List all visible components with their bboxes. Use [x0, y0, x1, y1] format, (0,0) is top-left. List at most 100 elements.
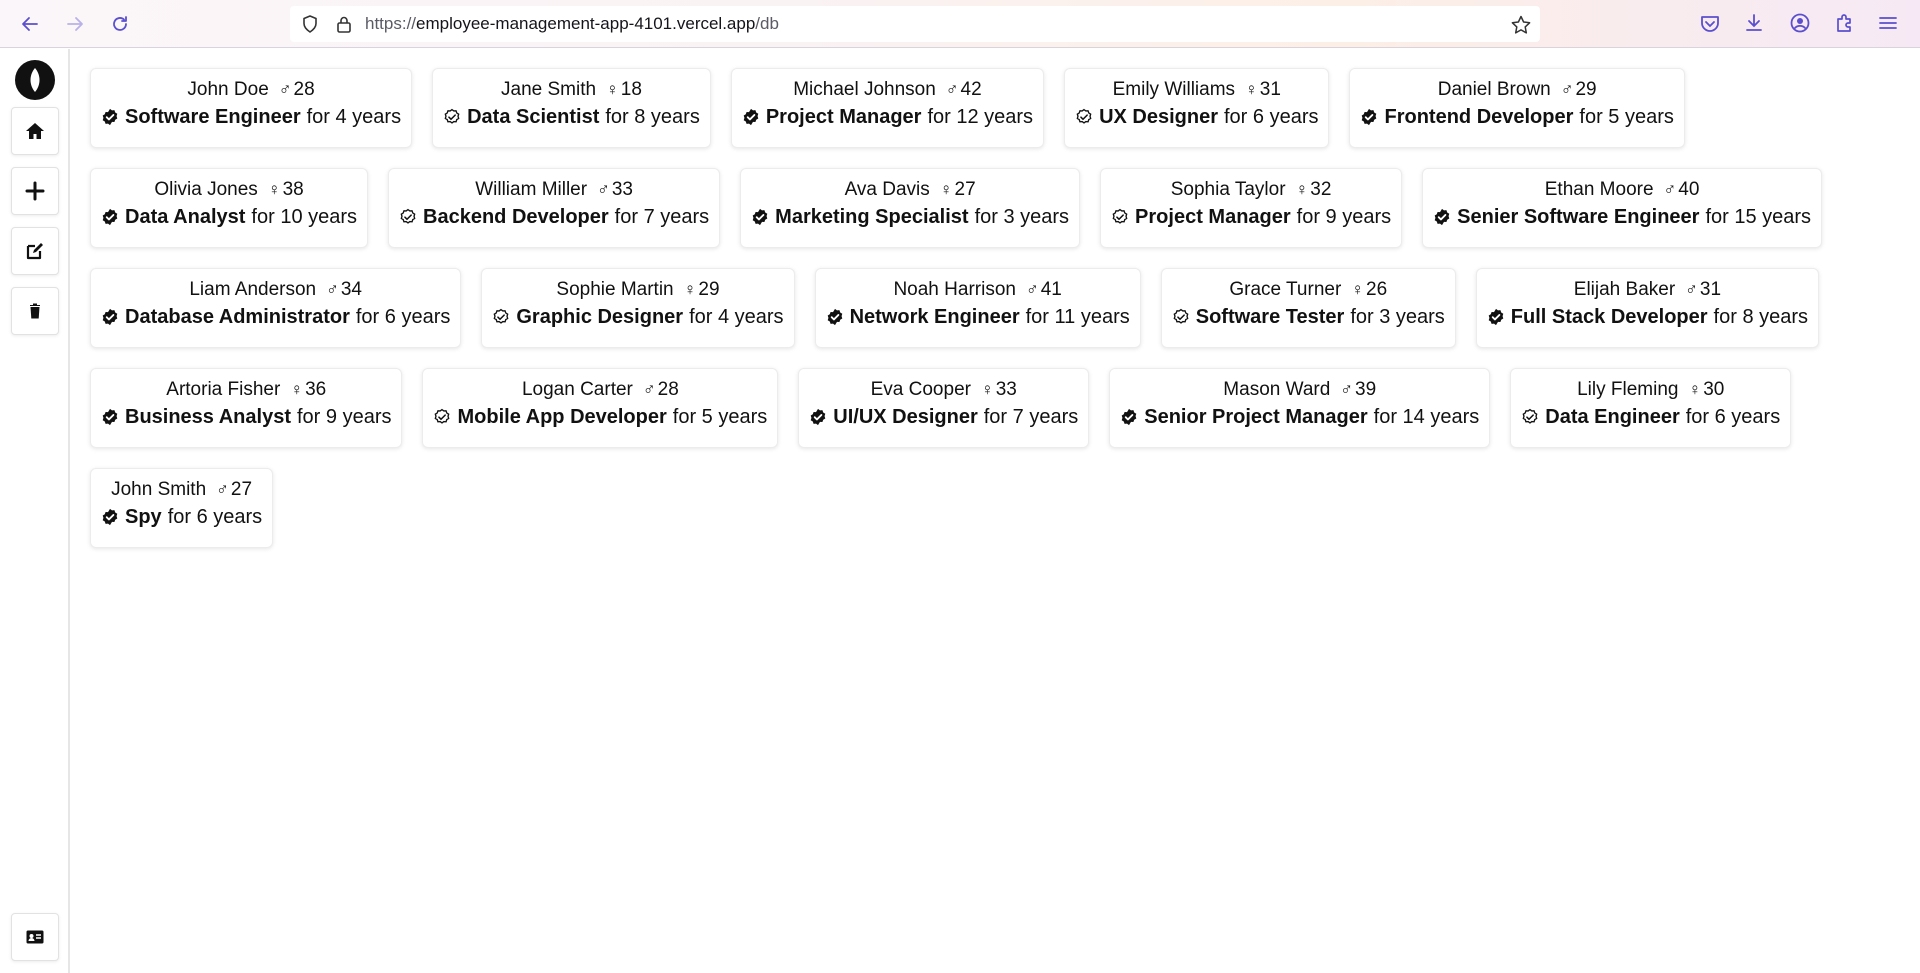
- employee-tenure: for 14 years: [1373, 406, 1480, 428]
- employee-tenure: for 8 years: [1713, 306, 1809, 328]
- plus-icon: [25, 181, 45, 201]
- trash-icon: [30, 303, 40, 319]
- card-header: Sophia Taylor ♀ 32: [1111, 178, 1391, 202]
- card-role-line: Data Scientist for 8 years: [443, 102, 700, 132]
- employee-name: Daniel Brown: [1437, 79, 1551, 100]
- downloads-button[interactable]: [1743, 12, 1767, 36]
- employee-tenure: for 4 years: [306, 106, 402, 128]
- employee-name: Artoria Fisher: [166, 379, 281, 400]
- employee-card[interactable]: Ava Davis ♀ 27 Marketing Specialist for 3 ye…: [740, 168, 1081, 248]
- employee-age: ♂ 42: [946, 79, 982, 100]
- gender-icon: ♂: [278, 80, 292, 99]
- employee-name: Michael Johnson: [793, 79, 936, 100]
- employee-card[interactable]: William Miller ♂ 33 Backend Developer for 7 …: [388, 168, 721, 248]
- employee-age: ♀ 32: [1296, 179, 1332, 200]
- employee-card[interactable]: Noah Harrison ♂ 41 Network Engineer for 11 y…: [814, 268, 1141, 348]
- verified-badge-icon: [101, 308, 119, 326]
- add-employee-button[interactable]: [11, 167, 59, 215]
- card-header: Artoria Fisher ♀ 36: [101, 378, 391, 402]
- employee-name: Grace Turner: [1229, 279, 1342, 300]
- employee-card[interactable]: John Doe ♂ 28 Software Engineer for 4 years: [90, 68, 413, 148]
- edit-employee-button[interactable]: [11, 227, 59, 275]
- employee-card[interactable]: Liam Anderson ♂ 34 Database Administrator fo…: [90, 268, 462, 348]
- gender-icon: ♂: [597, 180, 610, 199]
- employee-card[interactable]: Sophie Martin ♀ 29 Graphic Designer for 4 ye…: [481, 268, 795, 348]
- employee-role: Project Manager: [1135, 206, 1291, 228]
- employee-name: John Doe: [187, 79, 269, 100]
- shield-icon[interactable]: [300, 14, 320, 34]
- employee-age: ♀ 18: [606, 79, 642, 100]
- employee-card[interactable]: Jane Smith ♀ 18 Data Scientist for 8 years: [432, 68, 711, 148]
- lock-icon[interactable]: [334, 14, 354, 34]
- employee-card[interactable]: Daniel Brown ♂ 29 Frontend Developer for 5 y…: [1349, 68, 1685, 148]
- url-bar[interactable]: https://employee-management-app-4101.ver…: [290, 6, 1540, 42]
- employee-name: Lily Fleming: [1577, 379, 1679, 400]
- employee-name: Olivia Jones: [154, 179, 258, 200]
- sidebar: [0, 49, 70, 973]
- employee-card[interactable]: John Smith ♂ 27 Spy for 6 years: [90, 468, 274, 548]
- employee-name: Emily Williams: [1112, 79, 1236, 100]
- employee-card[interactable]: Eva Cooper ♀ 33 UI/UX Designer for 7 years: [798, 368, 1090, 448]
- age-value: 29: [1575, 79, 1597, 100]
- employee-role: Software Tester: [1195, 306, 1345, 328]
- pocket-button[interactable]: [1699, 12, 1723, 36]
- age-value: 42: [960, 79, 982, 100]
- employee-card[interactable]: Lily Fleming ♀ 30 Data Engineer for 6 years: [1510, 368, 1792, 448]
- employee-card[interactable]: Elijah Baker ♂ 31 Full Stack Developer for 8…: [1475, 268, 1820, 348]
- employee-age: ♂ 41: [1026, 279, 1062, 300]
- logo[interactable]: [15, 60, 55, 100]
- contact-card-button[interactable]: [11, 913, 59, 961]
- home-button[interactable]: [11, 107, 59, 155]
- employee-age: ♂ 28: [643, 379, 679, 400]
- employee-card-grid: John Doe ♂ 28 Software Engineer for 4 years J…: [90, 68, 1890, 568]
- employee-card[interactable]: Artoria Fisher ♀ 36 Business Analyst for 9 y…: [90, 368, 403, 448]
- extensions-button[interactable]: [1833, 12, 1857, 36]
- verified-badge-icon: [1172, 308, 1190, 326]
- forward-button[interactable]: [61, 10, 89, 38]
- account-button[interactable]: [1789, 12, 1813, 36]
- employee-tenure: for 4 years: [689, 306, 784, 328]
- employee-age: ♀ 36: [290, 379, 326, 400]
- card-row: Olivia Jones ♀ 38 Data Analyst for 10 years W…: [90, 168, 1890, 248]
- verified-badge-icon: [1075, 108, 1093, 126]
- card-header: John Doe ♂ 28: [101, 78, 401, 102]
- account-icon: [1790, 13, 1810, 33]
- card-header: Jane Smith ♀ 18: [443, 78, 700, 102]
- employee-role: Spy: [125, 506, 162, 528]
- age-value: 32: [1310, 179, 1332, 200]
- employee-role: Backend Developer: [423, 206, 609, 228]
- url-text[interactable]: https://employee-management-app-4101.ver…: [365, 14, 779, 34]
- delete-employee-button[interactable]: [11, 287, 59, 335]
- employee-card[interactable]: Grace Turner ♀ 26 Software Tester for 3 year…: [1160, 268, 1456, 348]
- employee-card[interactable]: Logan Carter ♂ 28 Mobile App Developer for 5…: [422, 368, 779, 448]
- card-role-line: Data Engineer for 6 years: [1521, 402, 1780, 432]
- employee-name: Sophia Taylor: [1170, 179, 1286, 200]
- employee-card[interactable]: Michael Johnson ♂ 42 Project Manager for 12 …: [730, 68, 1045, 148]
- verified-badge-icon: [826, 308, 844, 326]
- age-value: 31: [1699, 279, 1722, 300]
- gender-icon: ♀: [939, 180, 953, 199]
- employee-card[interactable]: Sophia Taylor ♀ 32 Project Manager for 9 yea…: [1100, 168, 1403, 248]
- age-value: 34: [340, 279, 362, 300]
- employee-age: ♂ 28: [279, 79, 315, 100]
- card-header: John Smith ♂ 27: [101, 478, 262, 502]
- verified-badge-icon: [101, 408, 119, 426]
- card-header: Olivia Jones ♀ 38: [101, 178, 357, 202]
- card-role-line: Mobile App Developer for 5 years: [433, 402, 767, 432]
- card-header: Sophie Martin ♀ 29: [492, 278, 783, 302]
- age-value: 33: [995, 379, 1017, 400]
- reload-button[interactable]: [106, 10, 134, 38]
- bookmark-star-icon[interactable]: [1510, 14, 1532, 36]
- employee-age: ♂ 33: [597, 179, 633, 200]
- leaf-logo-icon: [30, 68, 40, 92]
- employee-role: Marketing Specialist: [775, 206, 969, 228]
- employee-card[interactable]: Olivia Jones ♀ 38 Data Analyst for 10 years: [90, 168, 369, 248]
- menu-button[interactable]: [1877, 12, 1901, 36]
- card-role-line: Business Analyst for 9 years: [101, 402, 391, 432]
- employee-card[interactable]: Ethan Moore ♂ 40 Senier Software Engineer fo…: [1422, 168, 1823, 248]
- employee-card[interactable]: Mason Ward ♂ 39 Senior Project Manager for 1…: [1109, 368, 1491, 448]
- gender-icon: ♂: [1340, 380, 1354, 399]
- employee-name: William Miller: [475, 179, 588, 200]
- back-button[interactable]: [16, 10, 44, 38]
- employee-card[interactable]: Emily Williams ♀ 31 UX Designer for 6 years: [1064, 68, 1330, 148]
